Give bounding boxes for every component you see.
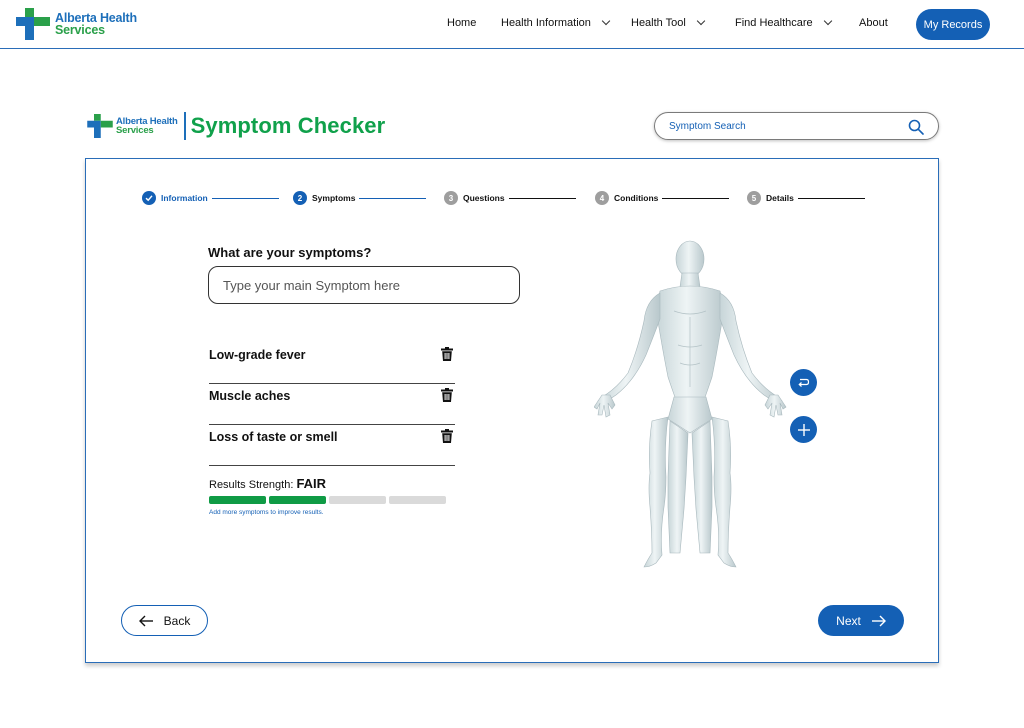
search-icon[interactable] — [908, 119, 924, 135]
top-nav: Alberta Health Services Home Health Info… — [0, 0, 1024, 49]
step-connector — [797, 197, 865, 199]
page-header: Alberta Health Services Symptom Checker — [87, 112, 385, 140]
step-number: 4 — [595, 191, 609, 205]
results-strength: Results Strength: FAIR — [209, 476, 326, 491]
arrow-left-icon — [138, 615, 153, 626]
main-nav: Home Health Information Health Tool Find… — [0, 0, 1024, 49]
brand-line2: Services — [116, 125, 154, 136]
strength-segment — [389, 496, 446, 504]
strength-label: Results Strength: — [209, 479, 294, 491]
nav-find-healthcare-label: Find Healthcare — [735, 17, 813, 29]
symptom-list: Low-grade fever Muscle aches Loss of tas… — [209, 343, 455, 466]
step-connector — [508, 197, 576, 199]
symptom-label: Loss of taste or smell — [209, 430, 338, 444]
symptom-label: Low-grade fever — [209, 348, 306, 362]
strength-segment — [209, 496, 266, 504]
brand-name-small: Alberta Health Services — [116, 117, 178, 136]
back-button[interactable]: Back — [121, 605, 208, 636]
step-details[interactable]: 5 Details — [747, 191, 865, 205]
step-number: 3 — [444, 191, 458, 205]
nav-about-label: About — [859, 17, 888, 29]
symptoms-question: What are your symptoms? — [208, 245, 372, 260]
nav-about[interactable]: About — [859, 17, 888, 29]
step-connector — [211, 197, 279, 199]
chevron-down-icon — [696, 16, 706, 26]
arrow-right-icon — [871, 615, 886, 626]
step-information[interactable]: Information — [142, 191, 279, 205]
strength-segment — [269, 496, 326, 504]
main-symptom-input[interactable] — [208, 266, 520, 304]
check-icon — [142, 191, 156, 205]
my-records-button[interactable]: My Records — [916, 9, 990, 40]
step-connector — [359, 197, 427, 199]
list-item: Muscle aches — [209, 384, 455, 425]
trash-icon[interactable] — [441, 347, 453, 361]
step-label: Symptoms — [312, 193, 356, 203]
rotate-icon — [798, 378, 810, 387]
strength-hint: Add more symptoms to improve results. — [209, 509, 324, 516]
page-title: Symptom Checker — [190, 113, 386, 138]
nav-health-information[interactable]: Health Information — [501, 16, 611, 29]
nav-health-tool-label: Health Tool — [631, 17, 686, 29]
step-symptoms[interactable]: 2 Symptoms — [293, 191, 427, 205]
step-label: Details — [766, 193, 794, 203]
symptom-card: Information 2 Symptoms 3 Questions 4 Con… — [85, 158, 939, 663]
step-conditions[interactable]: 4 Conditions — [595, 191, 730, 205]
nav-health-tool[interactable]: Health Tool — [631, 16, 706, 29]
nav-health-information-label: Health Information — [501, 17, 591, 29]
nav-home-label: Home — [447, 17, 477, 29]
step-questions[interactable]: 3 Questions — [444, 191, 576, 205]
header-divider — [183, 112, 186, 140]
next-label: Next — [836, 613, 861, 628]
list-item: Loss of taste or smell — [209, 425, 455, 466]
nav-find-healthcare[interactable]: Find Healthcare — [735, 16, 832, 29]
trash-icon[interactable] — [441, 429, 453, 443]
back-label: Back — [163, 613, 191, 628]
step-number: 5 — [747, 191, 761, 205]
strength-segment — [329, 496, 386, 504]
strength-meter — [209, 496, 446, 504]
step-label: Questions — [463, 193, 505, 203]
chevron-down-icon — [601, 16, 611, 26]
step-connector — [662, 197, 730, 199]
next-button[interactable]: Next — [818, 605, 904, 636]
body-figure[interactable] — [594, 237, 794, 572]
step-number: 2 — [293, 191, 307, 205]
add-body-symptom-button[interactable] — [790, 416, 817, 443]
chevron-down-icon — [823, 16, 832, 26]
plus-icon — [797, 423, 810, 436]
ahs-cross-icon — [87, 114, 113, 138]
rotate-view-button[interactable] — [790, 369, 817, 396]
list-item: Low-grade fever — [209, 343, 455, 384]
symptom-label: Muscle aches — [209, 389, 291, 403]
strength-value: FAIR — [296, 476, 327, 491]
symptom-search-input[interactable] — [669, 120, 889, 132]
trash-icon[interactable] — [441, 388, 453, 402]
step-label: Conditions — [614, 193, 659, 203]
nav-home[interactable]: Home — [447, 17, 476, 29]
step-label: Information — [161, 193, 208, 203]
symptom-search — [654, 112, 939, 140]
progress-stepper: Information 2 Symptoms 3 Questions 4 Con… — [142, 191, 872, 207]
